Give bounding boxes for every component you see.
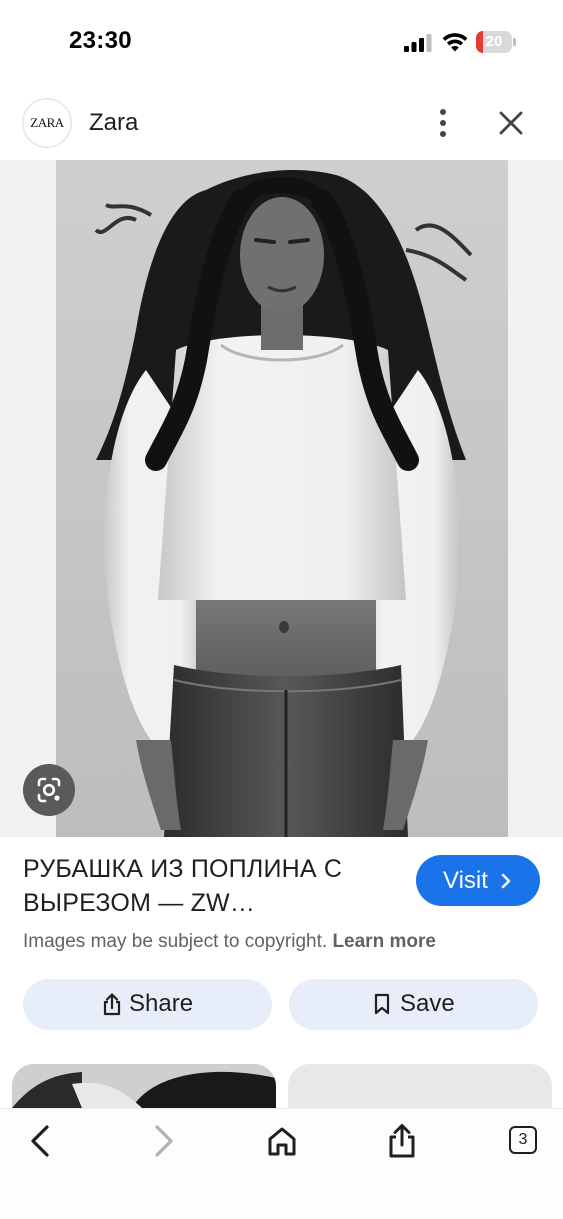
site-logo[interactable]: ZARA	[22, 98, 72, 148]
bookmark-icon	[374, 993, 390, 1015]
image-viewer-header: ZARA Zara	[0, 84, 563, 160]
product-photo[interactable]	[56, 160, 508, 837]
visit-button[interactable]: Visit	[416, 855, 540, 906]
share-icon	[103, 993, 121, 1016]
status-bar: 23:30 20	[0, 0, 563, 84]
share-button[interactable]: Share	[23, 979, 272, 1030]
share-label: Share	[129, 990, 194, 1017]
image-preview-area	[0, 160, 563, 837]
google-lens-button[interactable]	[23, 764, 75, 816]
visit-label: Visit	[443, 867, 488, 894]
save-button[interactable]: Save	[289, 979, 538, 1030]
status-time: 23:30	[69, 27, 132, 54]
learn-more-link[interactable]: Learn more	[332, 931, 435, 952]
copyright-notice: Images may be subject to copyright. Lear…	[23, 931, 436, 953]
battery-level: 20	[485, 33, 503, 50]
share-nav-icon[interactable]	[382, 1121, 422, 1161]
forward-arrow-icon[interactable]	[142, 1121, 182, 1161]
google-lens-icon	[37, 777, 61, 803]
home-icon[interactable]	[262, 1121, 302, 1161]
related-image-thumbnail[interactable]	[12, 1064, 276, 1108]
close-icon[interactable]	[496, 108, 526, 138]
cellular-signal-icon	[404, 34, 432, 52]
site-logo-text: ZARA	[30, 115, 64, 130]
back-arrow-icon[interactable]	[22, 1121, 62, 1161]
copyright-text: Images may be subject to copyright.	[23, 931, 328, 952]
product-photo-illustration	[56, 160, 508, 837]
more-vertical-icon[interactable]	[428, 106, 458, 140]
tab-switcher-button[interactable]: 3	[509, 1126, 537, 1154]
browser-bottom-nav: 3	[0, 1108, 563, 1219]
result-title[interactable]: РУБАШКА ИЗ ПОПЛИНА С ВЫРЕЗОМ — ZW…	[23, 852, 403, 920]
wifi-icon	[442, 33, 468, 52]
site-name[interactable]: Zara	[89, 109, 138, 137]
battery-indicator: 20	[476, 31, 516, 53]
related-image-thumbnail[interactable]	[288, 1064, 552, 1108]
chevron-right-icon	[501, 873, 511, 889]
save-label: Save	[400, 990, 455, 1017]
